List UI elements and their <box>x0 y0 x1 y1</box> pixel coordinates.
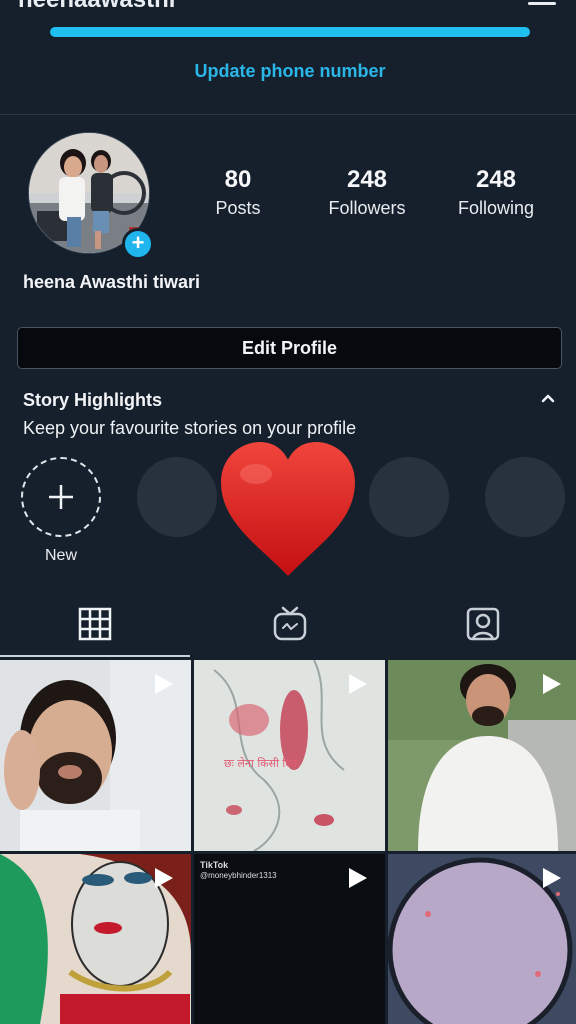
post-thumbnail[interactable] <box>0 854 191 1024</box>
tagged-person-icon[interactable] <box>465 606 501 642</box>
following-count: 248 <box>475 166 517 193</box>
update-phone-link[interactable]: Update phone number <box>0 61 576 82</box>
post-thumbnail[interactable]: TikTok @moneybhinder1313 <box>194 854 385 1024</box>
igtv-icon[interactable] <box>272 606 308 642</box>
followers-count: 248 <box>346 166 388 193</box>
play-icon <box>155 868 173 888</box>
tiktok-handle: @moneybhinder1313 <box>200 871 277 880</box>
chevron-up-icon[interactable] <box>538 388 558 408</box>
following-stat[interactable]: 248 Following <box>448 166 544 219</box>
highlight-placeholder <box>369 457 449 537</box>
post-thumbnail[interactable] <box>0 660 191 851</box>
highlight-placeholder <box>485 457 565 537</box>
post-thumbnail[interactable] <box>388 660 576 851</box>
play-icon <box>543 674 561 694</box>
followers-label: Followers <box>328 198 406 218</box>
profile-tabs <box>0 596 576 658</box>
active-tab-indicator <box>0 655 190 657</box>
posts-label: Posts <box>215 198 261 218</box>
play-icon <box>543 868 561 888</box>
posts-grid: छः लेना किसी दिन TikTok @moneybhinder131… <box>0 660 576 1024</box>
post-caption: छः लेना किसी दिन <box>224 757 298 770</box>
play-icon <box>349 868 367 888</box>
username-title: heenaawasthi <box>18 0 175 14</box>
tiktok-brand: TikTok <box>200 860 229 870</box>
highlight-placeholder <box>137 457 217 537</box>
hamburger-menu-icon[interactable] <box>528 2 556 5</box>
top-bar: heenaawasthi <box>0 0 576 14</box>
followers-stat[interactable]: 248 Followers <box>318 166 416 219</box>
new-highlight-label: New <box>44 547 77 564</box>
plus-icon <box>49 485 73 509</box>
profile-full-name: heena Awasthi tiwari <box>23 272 201 292</box>
heart-sticker <box>221 442 355 576</box>
highlights-subtitle: Keep your favourite stories on your prof… <box>23 418 357 438</box>
tiktok-watermark: TikTok @moneybhinder1313 <box>200 860 277 881</box>
post-thumbnail[interactable]: छः लेना किसी दिन <box>194 660 385 851</box>
play-icon <box>349 674 367 694</box>
avatar-container[interactable]: + <box>28 132 154 260</box>
posts-stat[interactable]: 80 Posts <box>198 166 278 219</box>
highlights-title: Story Highlights <box>23 390 162 410</box>
posts-count: 80 <box>224 166 252 193</box>
play-icon <box>155 674 173 694</box>
post-thumbnail[interactable] <box>388 854 576 1024</box>
profile-completion-bar <box>50 27 530 37</box>
divider <box>0 114 576 115</box>
plus-icon[interactable]: + <box>122 228 154 260</box>
new-highlight-button[interactable] <box>21 457 101 537</box>
following-label: Following <box>457 198 535 218</box>
grid-icon[interactable] <box>77 606 113 642</box>
edit-profile-button[interactable]: Edit Profile <box>17 327 562 369</box>
